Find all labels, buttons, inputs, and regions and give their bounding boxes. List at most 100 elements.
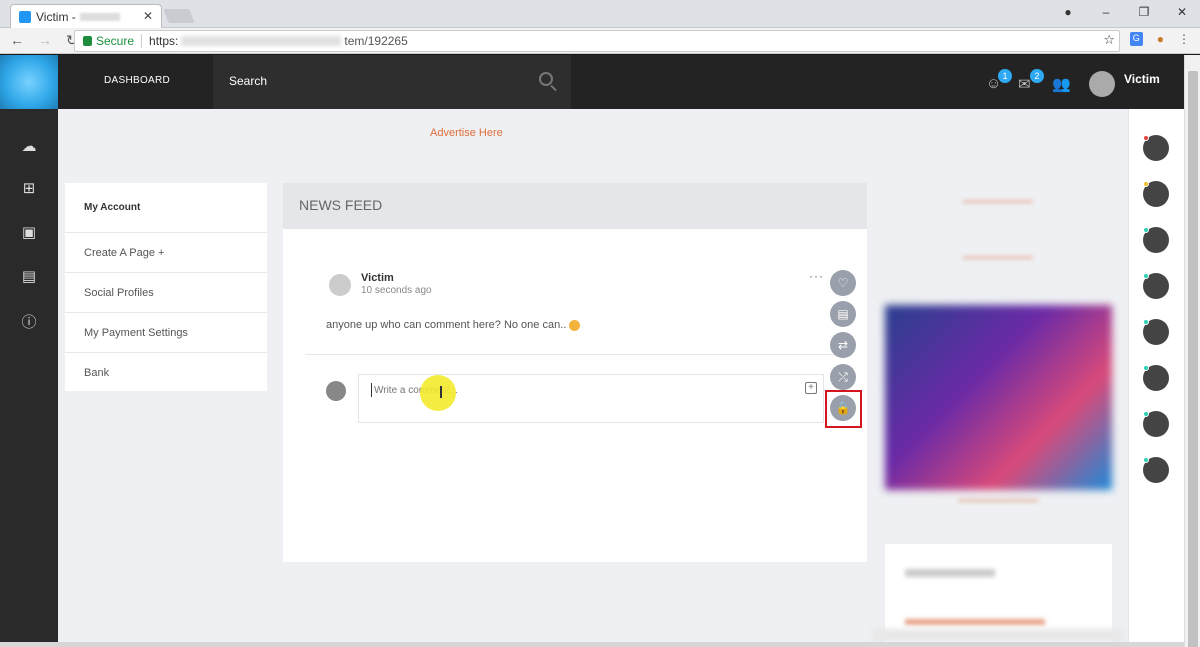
- post-text: anyone up who can comment here? No one c…: [326, 319, 581, 331]
- info-icon[interactable]: ⓘ: [20, 311, 38, 331]
- status-dot: [1143, 135, 1149, 141]
- app-header: DASHBOARD Search ☺ 1 ✉ 2 👥 Victim: [0, 55, 1184, 109]
- chat-contact-avatar[interactable]: [1143, 319, 1169, 345]
- main-content: Advertise Here My Account Create A Page …: [58, 109, 1128, 644]
- user-avatar[interactable]: [1089, 71, 1115, 97]
- status-dot: [1143, 273, 1149, 279]
- menu-bank[interactable]: Bank: [65, 353, 267, 393]
- account-menu: My Account Create A Page + Social Profil…: [65, 183, 267, 391]
- minimize-button[interactable]: –: [1100, 5, 1112, 19]
- new-tab-button[interactable]: [163, 9, 195, 23]
- advertise-link[interactable]: Advertise Here: [430, 127, 503, 139]
- notifications-badge: 1: [998, 69, 1012, 83]
- chat-contact-avatar[interactable]: [1143, 457, 1169, 483]
- share-icon[interactable]: ⇄: [830, 332, 856, 358]
- address-bar[interactable]: Secure https: tem/192265 ☆: [74, 30, 1120, 52]
- mouse-cursor-highlight: [420, 375, 456, 411]
- friends-icon[interactable]: 👥: [1052, 75, 1074, 93]
- post-more-icon[interactable]: ···: [809, 269, 824, 283]
- status-dot: [1143, 319, 1149, 325]
- account-icon[interactable]: ●: [1062, 5, 1074, 19]
- menu-payment-settings[interactable]: My Payment Settings: [65, 313, 267, 353]
- url-protocol: https:: [149, 34, 179, 48]
- lock-button-highlight: [825, 390, 862, 428]
- grin-emoji-icon: [569, 319, 581, 331]
- translate-extension-icon[interactable]: G: [1129, 32, 1143, 46]
- text-cursor-icon: [440, 386, 442, 398]
- lock-icon: [83, 36, 92, 46]
- post-divider: [305, 354, 845, 355]
- browser-menu-icon[interactable]: ⋮: [1178, 32, 1190, 46]
- blurred-footer: [873, 629, 1123, 642]
- blurred-ad-link: [958, 499, 1038, 502]
- close-window-button[interactable]: ✕: [1176, 5, 1188, 19]
- news-feed-title: NEWS FEED: [299, 197, 383, 213]
- tab-title: Victim -: [36, 9, 76, 24]
- url-path: tem/192265: [344, 34, 408, 48]
- page-scrollbar[interactable]: [1184, 55, 1200, 647]
- search-placeholder: Search: [229, 74, 268, 88]
- news-feed-header: NEWS FEED: [283, 183, 867, 229]
- like-heart-icon[interactable]: ♡: [830, 270, 856, 296]
- search-input[interactable]: Search: [213, 55, 571, 109]
- status-dot: [1143, 181, 1149, 187]
- commenter-avatar: [326, 381, 346, 401]
- forward-arrow-icon[interactable]: →: [38, 32, 52, 49]
- cookie-extension-icon[interactable]: ●: [1157, 32, 1164, 46]
- chat-contact-avatar[interactable]: [1143, 135, 1169, 161]
- chat-contact-avatar[interactable]: [1143, 411, 1169, 437]
- blurred-ad-link: [963, 200, 1033, 203]
- site-favicon-icon: [19, 10, 31, 23]
- url-separator: [141, 34, 143, 48]
- notifications-icon[interactable]: ☺ 1: [986, 69, 1012, 92]
- comment-bubble-icon[interactable]: ▤: [830, 301, 856, 327]
- search-icon[interactable]: [539, 72, 553, 86]
- secure-indicator[interactable]: Secure: [83, 34, 134, 48]
- window-controls: ● – ❐ ✕: [1062, 5, 1188, 19]
- news-feed-post: Victim 10 seconds ago ··· anyone up who …: [283, 229, 867, 562]
- chat-contact-avatar[interactable]: [1143, 227, 1169, 253]
- post-body: anyone up who can comment here? No one c…: [326, 319, 567, 331]
- secure-label: Secure: [96, 34, 135, 48]
- tab-title-blurred: [79, 12, 120, 21]
- user-name[interactable]: Victim: [1124, 72, 1160, 86]
- menu-social-profiles[interactable]: Social Profiles: [65, 273, 267, 313]
- browser-toolbar: ← → ↻ Secure https: tem/192265 ☆ G ● ⋮: [0, 28, 1200, 54]
- tab-close-icon[interactable]: ✕: [143, 9, 153, 23]
- chat-contact-avatar[interactable]: [1143, 365, 1169, 391]
- left-sidebar: ☁ ⊞ ▣ ▤ ⓘ: [0, 109, 58, 647]
- blurred-ad-link: [963, 256, 1033, 259]
- url-domain-blurred: [181, 36, 342, 46]
- scrollbar-thumb[interactable]: [1188, 71, 1198, 647]
- blurred-ad-banner[interactable]: [885, 305, 1112, 490]
- post-author-avatar[interactable]: [329, 274, 351, 296]
- browser-tab[interactable]: Victim - ✕: [10, 4, 162, 28]
- extension-icons: G ● ⋮: [1129, 32, 1190, 46]
- status-dot: [1143, 365, 1149, 371]
- id-card-icon[interactable]: ▤: [20, 267, 38, 285]
- nav-dashboard[interactable]: DASHBOARD: [104, 75, 170, 86]
- chat-contact-avatar[interactable]: [1143, 273, 1169, 299]
- blurred-card-title: [905, 569, 995, 577]
- post-author-name[interactable]: Victim: [361, 272, 394, 284]
- messages-icon[interactable]: ✉ 2: [1018, 69, 1044, 93]
- comment-add-icon[interactable]: +: [805, 382, 817, 394]
- bookmark-star-icon[interactable]: ☆: [1103, 32, 1115, 48]
- account-menu-title[interactable]: My Account: [65, 183, 267, 233]
- menu-create-page[interactable]: Create A Page +: [65, 233, 267, 273]
- horizontal-scrollbar[interactable]: [0, 642, 1184, 647]
- site-logo[interactable]: [0, 55, 58, 109]
- status-dot: [1143, 457, 1149, 463]
- shuffle-icon[interactable]: ⤮: [830, 364, 856, 390]
- maximize-button[interactable]: ❐: [1138, 5, 1150, 19]
- status-dot: [1143, 227, 1149, 233]
- money-icon[interactable]: ▣: [20, 223, 38, 241]
- chat-sidebar: [1128, 109, 1184, 642]
- add-square-icon[interactable]: ⊞: [20, 179, 38, 197]
- browser-tabbar: Victim - ✕ ● – ❐ ✕: [0, 0, 1200, 28]
- nav-buttons: ← → ↻: [10, 32, 78, 49]
- chat-contact-avatar[interactable]: [1143, 181, 1169, 207]
- status-dot: [1143, 411, 1149, 417]
- back-arrow-icon[interactable]: ←: [10, 32, 24, 49]
- cloud-icon[interactable]: ☁: [20, 137, 38, 155]
